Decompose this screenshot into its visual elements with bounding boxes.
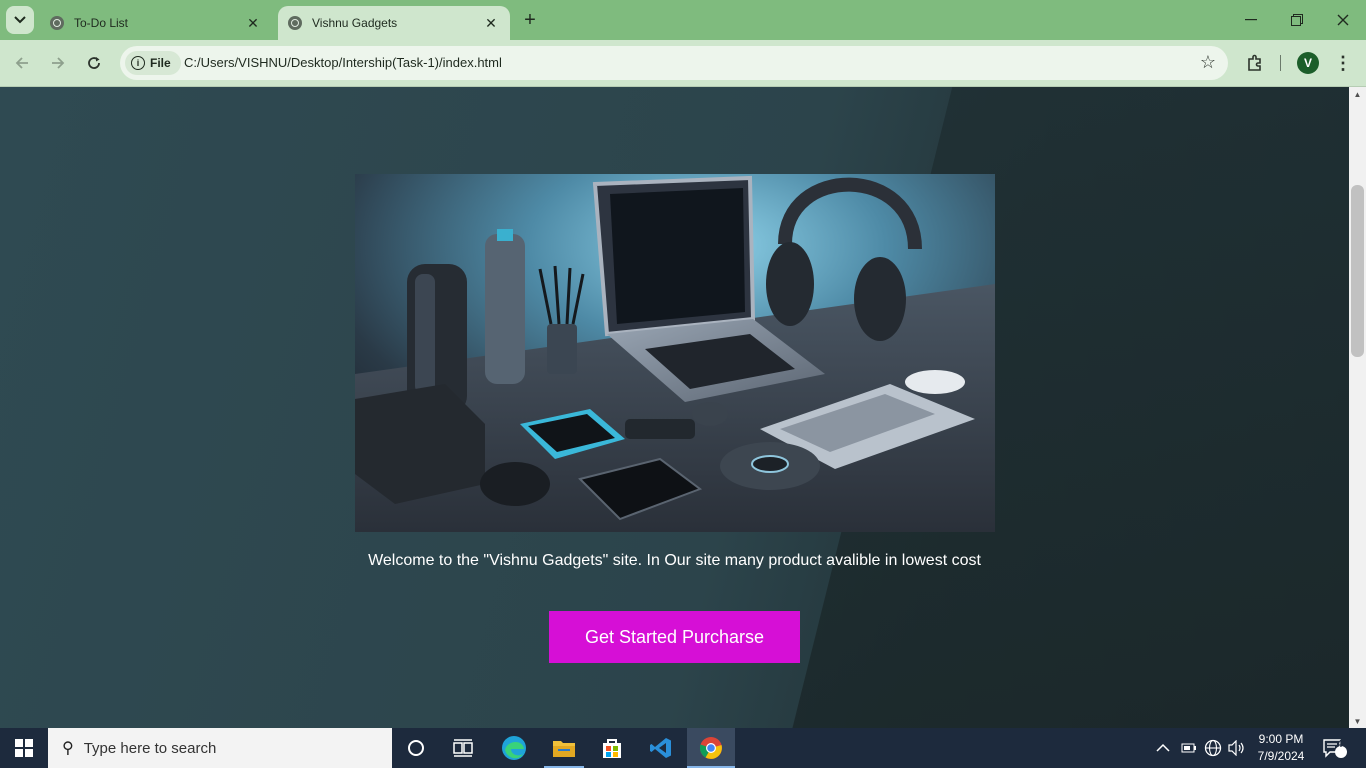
minimize-button[interactable] xyxy=(1237,6,1265,34)
tab-title: To-Do List xyxy=(74,16,129,30)
task-view-button[interactable] xyxy=(441,728,485,768)
store-app-button[interactable] xyxy=(589,728,635,768)
more-menu-icon[interactable]: ⋮ xyxy=(1334,51,1352,75)
cortana-button[interactable] xyxy=(394,728,438,768)
extensions-button[interactable] xyxy=(1243,51,1267,75)
close-window-button[interactable] xyxy=(1329,6,1357,34)
hero-gadgets-image xyxy=(355,174,995,532)
volume-tray-icon[interactable] xyxy=(1228,728,1246,768)
chevron-down-icon xyxy=(14,16,26,24)
taskbar-search-box[interactable]: ⚲ Type here to search xyxy=(48,728,392,768)
url-text[interactable]: C:/Users/VISHNU/Desktop/Intership(Task-1… xyxy=(184,55,502,70)
toolbar-divider xyxy=(1280,55,1281,71)
edge-icon xyxy=(502,736,526,760)
page-viewport: Welcome to the "Vishnu Gadgets" site. In… xyxy=(0,87,1349,728)
taskbar-clock[interactable]: 9:00 PM 7/9/2024 xyxy=(1252,731,1310,765)
chrome-app-button[interactable] xyxy=(687,728,735,768)
notification-icon xyxy=(1323,739,1347,758)
close-icon[interactable]: ✕ xyxy=(244,14,262,32)
show-hidden-icons-button[interactable] xyxy=(1156,728,1170,768)
battery-tray-icon[interactable] xyxy=(1181,728,1197,768)
clock-time: 9:00 PM xyxy=(1258,732,1304,746)
close-icon[interactable]: ✕ xyxy=(482,14,500,32)
new-tab-button[interactable]: + xyxy=(518,8,542,32)
address-bar[interactable]: i File C:/Users/VISHNU/Desktop/Intership… xyxy=(120,46,1228,80)
network-tray-icon[interactable] xyxy=(1204,728,1222,768)
edge-app-button[interactable] xyxy=(491,728,537,768)
store-bag-icon xyxy=(603,739,621,758)
scroll-up-icon[interactable]: ▲ xyxy=(1349,87,1366,101)
bookmark-star-icon[interactable]: ☆ xyxy=(1200,52,1216,73)
scroll-down-icon[interactable]: ▼ xyxy=(1349,714,1366,728)
globe-icon xyxy=(50,16,64,30)
windows-logo-icon xyxy=(15,739,33,757)
close-icon xyxy=(1337,14,1349,26)
restore-icon xyxy=(1291,14,1303,26)
clock-date: 7/9/2024 xyxy=(1257,749,1305,763)
file-explorer-button[interactable] xyxy=(540,728,588,768)
search-placeholder: Type here to search xyxy=(83,739,217,757)
tab-strip: To-Do List ✕ Vishnu Gadgets ✕ + xyxy=(0,0,1366,40)
gadgets-photo xyxy=(355,174,995,532)
profile-avatar[interactable]: V xyxy=(1297,52,1319,74)
notification-count-badge: 4 xyxy=(1337,739,1343,750)
scrollbar-thumb[interactable] xyxy=(1351,185,1364,357)
speaker-icon xyxy=(1228,740,1244,756)
chevron-up-icon xyxy=(1156,743,1170,752)
get-started-purchase-button[interactable]: Get Started Purcharse xyxy=(549,611,800,663)
info-icon: i xyxy=(131,56,145,70)
site-chip-label: File xyxy=(150,56,171,70)
vscode-icon xyxy=(650,738,671,758)
folder-icon xyxy=(553,741,575,757)
arrow-right-icon xyxy=(52,57,65,69)
forward-button[interactable] xyxy=(46,51,70,75)
globe-icon xyxy=(288,16,302,30)
browser-toolbar: i File C:/Users/VISHNU/Desktop/Intership… xyxy=(0,40,1366,87)
tab-vishnu-gadgets[interactable]: Vishnu Gadgets ✕ xyxy=(278,6,510,40)
tab-title: Vishnu Gadgets xyxy=(312,16,398,30)
page-scrollbar[interactable]: ▲ ▼ xyxy=(1349,87,1366,728)
vscode-app-button[interactable] xyxy=(638,728,684,768)
reload-icon xyxy=(88,57,100,69)
windows-taskbar: ⚲ Type here to search 9:00 PM 7/9/2024 4 xyxy=(0,728,1366,768)
chrome-icon xyxy=(699,737,722,759)
search-icon: ⚲ xyxy=(62,740,74,757)
start-button[interactable] xyxy=(0,728,48,768)
back-button[interactable] xyxy=(10,51,34,75)
cortana-circle-icon xyxy=(408,740,424,756)
reload-button[interactable] xyxy=(82,51,106,75)
restore-button[interactable] xyxy=(1283,6,1311,34)
tab-todo-list[interactable]: To-Do List ✕ xyxy=(40,6,272,40)
puzzle-icon xyxy=(1248,54,1261,71)
minimize-icon xyxy=(1245,19,1257,21)
task-view-icon xyxy=(453,739,473,757)
battery-icon xyxy=(1181,743,1196,753)
welcome-text: Welcome to the "Vishnu Gadgets" site. In… xyxy=(368,552,981,569)
action-center-button[interactable]: 4 xyxy=(1322,728,1348,768)
arrow-left-icon xyxy=(15,57,28,69)
site-info-chip[interactable]: i File xyxy=(125,51,181,75)
globe-icon xyxy=(1204,739,1222,757)
tab-search-button[interactable] xyxy=(6,6,34,34)
